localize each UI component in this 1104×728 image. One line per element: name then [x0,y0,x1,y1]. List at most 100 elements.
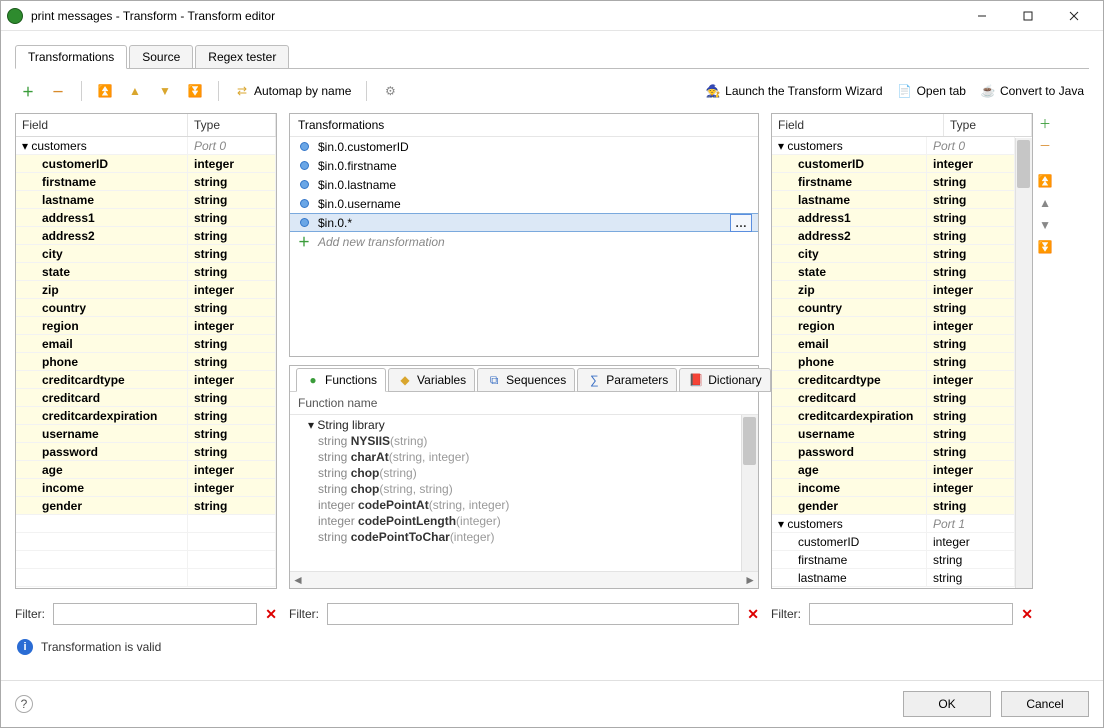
transformations-list[interactable]: $in.0.customerID$in.0.firstname$in.0.las… [290,137,758,356]
table-row[interactable]: genderstring [772,497,1015,515]
table-row[interactable]: address1string [772,209,1015,227]
table-row[interactable]: lastnamestring [772,569,1015,587]
mid-filter-clear[interactable]: ✕ [747,606,759,623]
table-row[interactable]: genderstring [16,497,276,515]
table-row[interactable]: address2string [16,227,276,245]
table-row[interactable]: firstnamestring [772,551,1015,569]
close-button[interactable] [1051,2,1097,30]
tab-parameters[interactable]: ∑Parameters [577,368,677,392]
open-tab-button[interactable]: 📄 Open tab [892,80,971,102]
table-row[interactable]: customerIDinteger [772,533,1015,551]
table-row[interactable]: creditcardexpirationstring [772,407,1015,425]
right-header-type[interactable]: Type [944,114,1032,136]
mid-filter-input[interactable] [327,603,739,625]
tab-functions[interactable]: ●Functions [296,368,386,392]
right-up-button[interactable]: ▲ [1037,195,1053,211]
table-row[interactable]: phonestring [772,353,1015,371]
table-row[interactable]: passwordstring [16,443,276,461]
function-row[interactable]: string chop(string) [290,465,758,481]
fn-hscroll[interactable]: ◄► [290,571,758,588]
table-row[interactable]: citystring [772,245,1015,263]
right-add-button[interactable]: ＋ [1037,115,1053,131]
left-filter-clear[interactable]: ✕ [265,606,277,623]
transformation-row[interactable]: $in.0.customerID [290,137,758,156]
tab-regex-tester[interactable]: Regex tester [195,45,289,69]
fn-list[interactable]: ▾ String librarystring NYSIIS(string)str… [290,415,758,571]
convert-java-button[interactable]: ☕ Convert to Java [975,80,1089,102]
move-down-button[interactable]: ▼ [152,80,178,102]
left-header-type[interactable]: Type [188,114,276,136]
table-row[interactable]: creditcardexpirationstring [16,407,276,425]
transformation-row[interactable]: $in.0.username [290,194,758,213]
function-row[interactable]: integer codePointLength(integer) [290,513,758,529]
launch-wizard-button[interactable]: 🧙 Launch the Transform Wizard [700,80,887,102]
tab-variables[interactable]: ◆Variables [388,368,475,392]
add-button[interactable]: ＋ [15,80,41,102]
left-header-field[interactable]: Field [16,114,188,136]
settings-button[interactable]: ⚙ [377,80,403,102]
transformation-row[interactable]: $in.0.firstname [290,156,758,175]
ok-button[interactable]: OK [903,691,991,717]
minimize-button[interactable] [959,2,1005,30]
cancel-button[interactable]: Cancel [1001,691,1089,717]
table-row[interactable]: firstnamestring [772,173,1015,191]
right-header-field[interactable]: Field [772,114,944,136]
table-row[interactable]: passwordstring [772,443,1015,461]
function-row[interactable]: integer codePointAt(string, integer) [290,497,758,513]
table-row[interactable]: emailstring [16,335,276,353]
table-row[interactable]: countrystring [772,299,1015,317]
tab-source[interactable]: Source [129,45,193,69]
remove-button[interactable]: － [45,80,71,102]
table-row[interactable]: creditcardtypeinteger [772,371,1015,389]
function-row[interactable]: string charAt(string, integer) [290,449,758,465]
table-row[interactable]: creditcardstring [16,389,276,407]
table-row[interactable]: usernamestring [772,425,1015,443]
right-remove-button[interactable]: － [1037,137,1053,153]
right-filter-clear[interactable]: ✕ [1021,606,1033,623]
table-row[interactable]: emailstring [772,335,1015,353]
table-row[interactable]: countrystring [16,299,276,317]
maximize-button[interactable] [1005,2,1051,30]
table-row[interactable]: address2string [772,227,1015,245]
table-row[interactable]: ageinteger [772,461,1015,479]
right-down-button[interactable]: ▼ [1037,217,1053,233]
left-filter-input[interactable] [53,603,257,625]
table-row[interactable]: usernamestring [16,425,276,443]
table-row[interactable]: zipinteger [16,281,276,299]
table-row[interactable]: lastnamestring [772,191,1015,209]
help-button[interactable]: ? [15,695,33,713]
right-bottom-button[interactable]: ⏬ [1037,239,1053,255]
right-group-row[interactable]: ▾ customersPort 0 [772,137,1015,155]
fn-scrollbar[interactable] [741,415,758,571]
table-row[interactable]: lastnamestring [16,191,276,209]
table-row[interactable]: statestring [16,263,276,281]
left-body[interactable]: ▾ customersPort 0customerIDintegerfirstn… [16,137,276,588]
right-filter-input[interactable] [809,603,1013,625]
table-row[interactable]: incomeinteger [772,479,1015,497]
right-group-row[interactable]: ▾ customersPort 1 [772,515,1015,533]
table-row[interactable]: statestring [772,263,1015,281]
automap-button[interactable]: ⇄ Automap by name [229,80,356,102]
table-row[interactable]: address1string [16,209,276,227]
table-row[interactable]: ageinteger [16,461,276,479]
table-row[interactable]: incomeinteger [16,479,276,497]
right-top-button[interactable]: ⏫ [1037,173,1053,189]
ellipsis-button[interactable]: … [730,214,752,232]
right-body[interactable]: ▾ customersPort 0customerIDintegerfirstn… [772,137,1032,588]
table-row[interactable]: regioninteger [16,317,276,335]
right-scrollbar[interactable] [1015,138,1032,588]
table-row[interactable]: firstnamestring [16,173,276,191]
move-bottom-button[interactable]: ⏬ [182,80,208,102]
tab-transformations[interactable]: Transformations [15,45,127,69]
table-row[interactable]: citystring [16,245,276,263]
tab-dictionary[interactable]: 📕Dictionary [679,368,770,392]
left-group-row[interactable]: ▾ customersPort 0 [16,137,276,155]
function-row[interactable]: string codePointToChar(integer) [290,529,758,545]
table-row[interactable]: regioninteger [772,317,1015,335]
function-row[interactable]: string NYSIIS(string) [290,433,758,449]
transformation-row[interactable]: $in.0.lastname [290,175,758,194]
transformation-row[interactable]: $in.0.*… [290,213,758,232]
table-row[interactable]: customerIDinteger [16,155,276,173]
add-transformation-row[interactable]: ＋Add new transformation [290,232,758,251]
table-row[interactable]: zipinteger [772,281,1015,299]
